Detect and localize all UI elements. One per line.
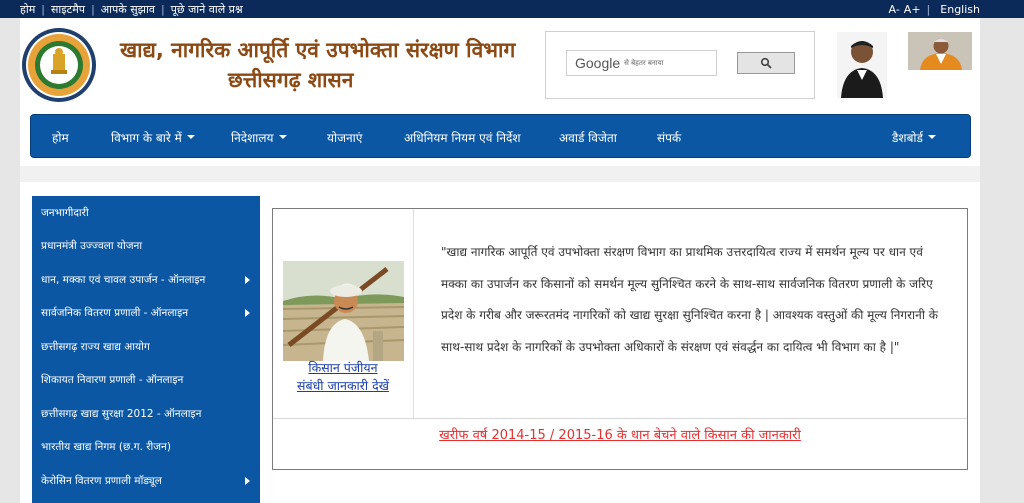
nav-directorate[interactable]: निदेशालय [231,115,287,159]
vertical-divider [413,209,414,418]
sidebar-item-food-commission[interactable]: छत्तीसगढ़ राज्य खाद्य आयोग [32,330,260,363]
nav-award-winners[interactable]: अवार्ड विजेता [559,115,617,159]
department-title: खाद्य, नागरिक आपूर्ति एवं उपभोक्ता संरक्… [120,38,516,62]
divider: | [160,2,165,16]
sidebar-item-procurement-online[interactable]: धान, मक्का एवं चावल उपार्जन - ऑनलाइन [32,263,260,296]
top-right-controls: A- A+ | English [885,0,980,18]
top-bar: होम | साइटमैप | आपके सुझाव | पूछे जाने व… [0,0,1024,18]
chevron-right-icon [245,477,250,485]
top-link-sitemap[interactable]: साइटमैप [51,2,85,17]
top-link-faq[interactable]: पूछे जाने वाले प्रश्न [171,2,243,17]
nav-about-department[interactable]: विभाग के बारे में [111,115,195,159]
top-link-suggestions[interactable]: आपके सुझाव [101,2,155,17]
font-decrease-button[interactable]: A- [889,3,900,16]
kharif-farmer-info-link[interactable]: खरीफ वर्ष 2014-15 / 2015-16 के धान बेचने… [273,425,967,443]
search-icon [760,54,772,73]
sidebar-item-grievance-online[interactable]: शिकायत निवारण प्रणाली - ऑनलाइन [32,363,260,396]
government-title: छत्तीसगढ़ शासन [228,68,354,92]
main-navbar: होम विभाग के बारे में निदेशालय योजनाएं अ… [30,114,971,158]
nav-wrapper: होम विभाग के बारे में निदेशालय योजनाएं अ… [20,104,980,166]
farmer-illustration[interactable] [282,261,405,361]
divider: | [926,2,931,16]
divider: | [41,2,45,16]
sidebar-item-food-security-online[interactable]: छत्तीसगढ़ खाद्य सुरक्षा 2012 - ऑनलाइन [32,397,260,430]
chief-minister-photo [908,32,972,70]
sidebar-item-pds-online[interactable]: सार्वजनिक वितरण प्रणाली - ऑनलाइन [32,296,260,329]
google-logo: Google [575,55,621,71]
top-links: होम | साइटमैप | आपके सुझाव | पूछे जाने व… [20,0,243,18]
font-increase-button[interactable]: A+ [904,3,921,16]
kisan-registration-link[interactable]: किसान पंजीयन [273,359,413,376]
minister-photo [837,32,887,98]
chevron-down-icon [278,135,287,139]
content-box: किसान पंजीयन संबंधी जानकारी देखें "खाद्य… [272,208,968,470]
divider: | [91,2,95,16]
search-button[interactable] [737,52,795,74]
chevron-down-icon [186,135,195,139]
department-mission-quote: "खाद्य नागरिक आपूर्ति एवं उपभोक्ता संरक्… [441,245,938,354]
sidebar-menu: जनभागीदारी प्रधानमंत्री उज्ज्वला योजना ध… [32,196,260,503]
chevron-right-icon [245,309,250,317]
horizontal-divider [273,418,967,419]
separator-strip [20,166,980,182]
top-link-home[interactable]: होम [20,2,35,17]
nav-home[interactable]: होम [52,115,69,159]
search-input[interactable]: Google से बेहतर बनाया [566,50,717,76]
chevron-right-icon [245,276,250,284]
chevron-down-icon [927,135,936,139]
language-english-link[interactable]: English [940,3,980,16]
nav-contact[interactable]: संपर्क [657,115,681,159]
header: खाद्य, नागरिक आपूर्ति एवं उपभोक्ता संरक्… [20,18,980,104]
kisan-info-link[interactable]: संबंधी जानकारी देखें [273,377,413,394]
sidebar-item-public-participation[interactable]: जनभागीदारी [32,196,260,229]
search-placeholder: से बेहतर बनाया [624,58,664,67]
sidebar-item-kerosene-module[interactable]: केरोसिन वितरण प्रणाली मॉड्यूल [32,464,260,497]
state-emblem-logo [20,26,98,104]
nav-dashboard[interactable]: डैशबोर्ड [892,115,936,159]
nav-acts-rules[interactable]: अधिनियम नियम एवं निर्देश [404,115,521,159]
search-panel: Google से बेहतर बनाया [545,31,815,99]
sidebar-item-fci-region[interactable]: भारतीय खाद्य निगम (छ.ग. रीजन) [32,430,260,463]
sidebar-item-ujjwala-yojana[interactable]: प्रधानमंत्री उज्ज्वला योजना [32,229,260,262]
nav-schemes[interactable]: योजनाएं [327,115,362,159]
